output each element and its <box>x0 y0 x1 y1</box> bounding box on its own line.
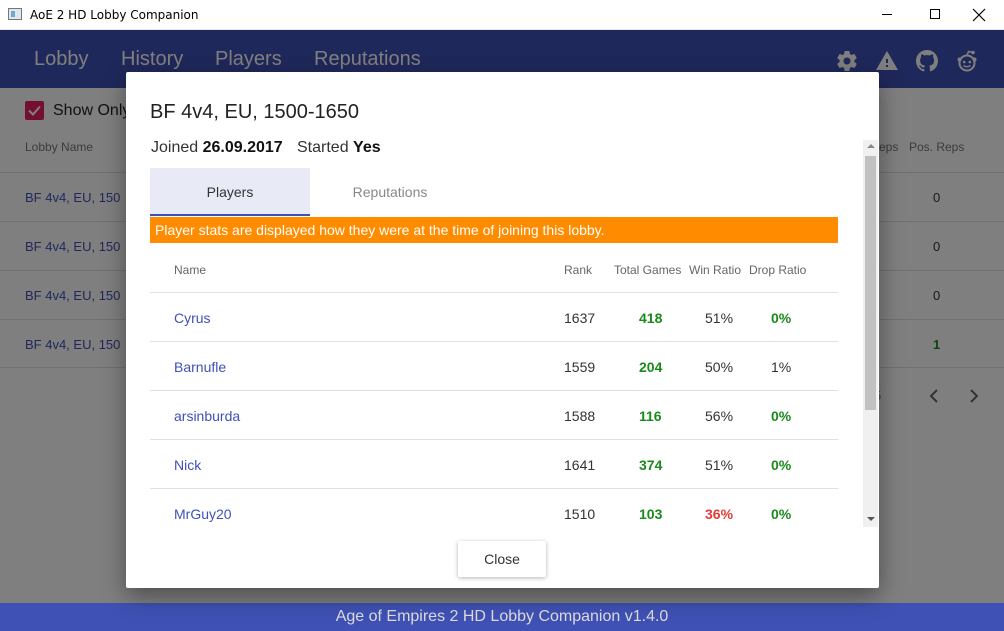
player-name[interactable]: Barnufle <box>174 359 226 375</box>
player-total-games: 418 <box>639 310 663 326</box>
player-win-ratio: 56% <box>705 408 734 424</box>
player-row: MrGuy20 1510 103 36% 0% <box>150 488 838 528</box>
player-name[interactable]: Cyrus <box>174 310 211 326</box>
player-win-ratio: 51% <box>705 457 734 473</box>
dialog-title: BF 4v4, EU, 1500-1650 <box>150 101 360 123</box>
maximize-icon <box>930 9 940 19</box>
close-window-button[interactable] <box>956 0 1002 30</box>
joined-label: Joined <box>151 139 199 156</box>
column-rank: Rank <box>564 263 593 277</box>
footer-text: Age of Empires 2 HD Lobby Companion v1.4… <box>335 608 669 625</box>
close-button[interactable]: Close <box>458 541 546 577</box>
player-win-ratio: 50% <box>705 359 734 375</box>
maximize-button[interactable] <box>912 0 958 30</box>
footer: Age of Empires 2 HD Lobby Companion v1.4… <box>0 603 1004 631</box>
player-name[interactable]: MrGuy20 <box>174 506 232 522</box>
column-name: Name <box>174 263 207 277</box>
tab-players[interactable]: Players <box>150 168 310 216</box>
player-rank: 1510 <box>564 506 596 522</box>
player-rank: 1637 <box>564 310 596 326</box>
player-row: Barnufle 1559 204 50% 1% <box>150 341 838 390</box>
joined-value: 26.09.2017 <box>202 139 283 156</box>
player-rank: 1588 <box>564 408 596 424</box>
dialog-scroll-area[interactable]: Players Reputations Player stats are dis… <box>150 168 879 528</box>
player-total-games: 116 <box>639 408 662 424</box>
window-title: AoE 2 HD Lobby Companion <box>30 8 199 22</box>
dialog-scrollbar[interactable] <box>863 140 878 527</box>
player-drop-ratio: 0% <box>771 310 792 326</box>
player-rank: 1559 <box>564 359 596 375</box>
player-drop-ratio: 1% <box>771 359 792 375</box>
scroll-up-icon[interactable] <box>867 144 875 148</box>
tab-reputations[interactable]: Reputations <box>310 168 470 216</box>
player-drop-ratio: 0% <box>771 457 792 473</box>
started-value: Yes <box>353 139 381 156</box>
column-total-games: Total Games <box>614 263 682 277</box>
player-total-games: 103 <box>639 506 663 522</box>
started-info: Started Yes <box>297 139 381 157</box>
player-row: Nick 1641 374 51% 0% <box>150 439 838 488</box>
player-win-ratio: 51% <box>705 310 734 326</box>
player-total-games: 374 <box>639 457 663 473</box>
player-drop-ratio: 0% <box>771 408 792 424</box>
column-win-ratio: Win Ratio <box>689 263 742 277</box>
player-name[interactable]: Nick <box>174 457 201 473</box>
window-titlebar: AoE 2 HD Lobby Companion <box>0 0 1004 30</box>
player-name[interactable]: arsinburda <box>174 408 240 424</box>
lobby-details-dialog: BF 4v4, EU, 1500-1650 Joined 26.09.2017 … <box>126 72 879 588</box>
player-row: arsinburda 1588 116 56% 0% <box>150 390 838 439</box>
column-drop-ratio: Drop Ratio <box>749 263 807 277</box>
stats-notice: Player stats are displayed how they were… <box>150 217 838 243</box>
player-total-games: 204 <box>639 359 663 375</box>
minimize-icon <box>882 14 892 15</box>
started-label: Started <box>297 139 349 156</box>
joined-info: Joined 26.09.2017 <box>151 139 283 157</box>
close-icon <box>972 8 986 22</box>
minimize-button[interactable] <box>864 0 910 30</box>
player-row: Cyrus 1637 418 51% 0% <box>150 292 838 341</box>
scrollbar-thumb[interactable] <box>865 156 876 410</box>
scroll-down-icon[interactable] <box>867 517 875 521</box>
player-win-ratio: 36% <box>705 506 734 522</box>
player-rank: 1641 <box>564 457 596 473</box>
player-drop-ratio: 0% <box>771 506 792 522</box>
app-icon <box>8 8 22 20</box>
